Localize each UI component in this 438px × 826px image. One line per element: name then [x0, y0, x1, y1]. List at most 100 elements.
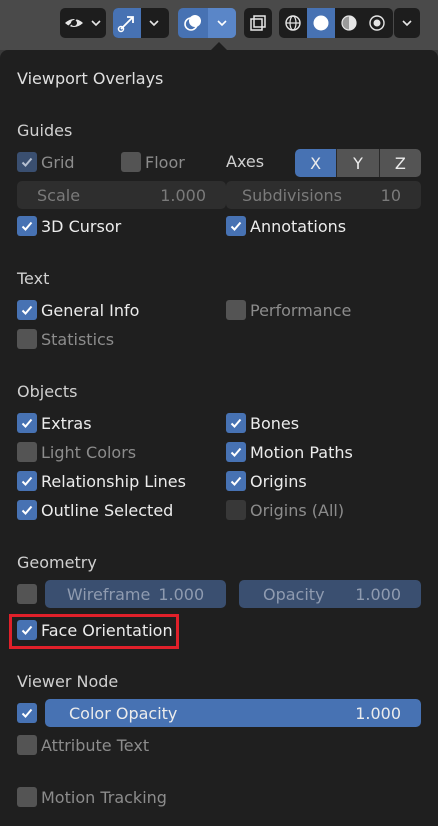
checkbox-checked-icon [17, 500, 37, 520]
axes-label: Axes [226, 152, 265, 171]
popup-title: Viewport Overlays [17, 69, 164, 88]
extras-label: Extras [41, 413, 92, 433]
scale-label: Scale [37, 185, 81, 205]
checkbox-checked-icon [17, 300, 37, 320]
performance-toggle[interactable]: Performance [226, 299, 351, 321]
checkbox-unchecked-icon [226, 300, 246, 320]
opacity-label: Opacity [263, 584, 325, 604]
relationship-lines-label: Relationship Lines [41, 471, 186, 491]
opacity-slider[interactable]: Opacity 1.000 [239, 580, 421, 608]
performance-label: Performance [250, 300, 352, 320]
opacity-value: 1.000 [355, 584, 401, 604]
gizmo-icon [113, 8, 141, 38]
section-heading-geometry: Geometry [17, 553, 97, 572]
attribute-text-label: Attribute Text [41, 735, 150, 755]
checkbox-unchecked-icon [17, 735, 37, 755]
outline-selected-toggle[interactable]: Outline Selected [17, 499, 173, 521]
origins-toggle[interactable]: Origins [226, 470, 307, 492]
extras-toggle[interactable]: Extras [17, 412, 92, 434]
checkbox-checked-icon [17, 216, 37, 236]
3d-cursor-toggle[interactable]: 3D Cursor [17, 215, 121, 237]
color-opacity-toggle[interactable] [17, 702, 41, 724]
section-heading-guides: Guides [17, 121, 73, 140]
color-opacity-value: 1.000 [355, 703, 401, 723]
grid-label: Grid [41, 152, 75, 172]
checkbox-checked-icon [226, 471, 246, 491]
subdivisions-field[interactable]: Subdivisions 10 [226, 181, 421, 209]
motion-tracking-label: Motion Tracking [41, 787, 167, 807]
floor-toggle[interactable]: Floor [121, 151, 185, 173]
annotations-label: Annotations [250, 216, 347, 236]
annotation-highlight-box [9, 614, 179, 649]
checkbox-unchecked-icon [226, 500, 246, 520]
shading-mode-group[interactable] [279, 8, 393, 38]
axis-z-button[interactable]: Z [378, 149, 421, 177]
wireframe-shading-icon[interactable] [279, 8, 307, 38]
checkbox-checked-icon [17, 471, 37, 491]
attribute-text-toggle[interactable]: Attribute Text [17, 734, 149, 756]
checkbox-unchecked-icon [17, 442, 37, 462]
checkbox-checked-icon [226, 216, 246, 236]
subdivisions-value: 10 [380, 185, 401, 205]
chevron-down-icon [88, 8, 104, 38]
bones-toggle[interactable]: Bones [226, 412, 299, 434]
overlays-icon [178, 8, 208, 38]
xray-icon [244, 8, 272, 38]
gizmo-toggle[interactable] [113, 8, 169, 38]
origins-all-toggle[interactable]: Origins (All) [226, 499, 344, 521]
scale-value: 1.000 [160, 185, 206, 205]
section-heading-text: Text [17, 269, 50, 288]
section-heading-viewer-node: Viewer Node [17, 672, 119, 691]
material-shading-icon[interactable] [335, 8, 363, 38]
axis-x-button[interactable]: X [295, 149, 337, 177]
chevron-down-icon [394, 8, 420, 38]
subdivisions-label: Subdivisions [242, 185, 343, 205]
checkbox-checked-icon [226, 413, 246, 433]
motion-paths-toggle[interactable]: Motion Paths [226, 441, 353, 463]
chevron-down-icon [141, 8, 167, 38]
checkbox-unchecked-icon [17, 329, 37, 349]
light-colors-label: Light Colors [41, 442, 137, 462]
axis-y-button[interactable]: Y [336, 149, 379, 177]
chevron-down-icon [208, 8, 236, 38]
checkbox-checked-icon [17, 152, 37, 172]
motion-paths-label: Motion Paths [250, 442, 353, 462]
visibility-dropdown[interactable] [60, 8, 106, 38]
general-info-label: General Info [41, 300, 140, 320]
checkbox-unchecked-icon [121, 152, 141, 172]
checkbox-checked-icon [17, 703, 37, 723]
shading-options-dropdown[interactable] [394, 8, 420, 38]
grid-toggle[interactable]: Grid [17, 151, 75, 173]
light-colors-toggle[interactable]: Light Colors [17, 441, 136, 463]
motion-tracking-toggle[interactable]: Motion Tracking [17, 786, 167, 808]
rendered-shading-icon[interactable] [363, 8, 391, 38]
section-heading-objects: Objects [17, 382, 78, 401]
checkbox-checked-icon [226, 442, 246, 462]
xray-toggle[interactable] [244, 8, 272, 38]
solid-shading-icon[interactable] [307, 8, 335, 38]
eye-icon [60, 8, 88, 38]
wireframe-slider[interactable]: Wireframe 1.000 [45, 580, 226, 608]
statistics-toggle[interactable]: Statistics [17, 328, 114, 350]
statistics-label: Statistics [41, 329, 115, 349]
general-info-toggle[interactable]: General Info [17, 299, 139, 321]
3d-cursor-label: 3D Cursor [41, 216, 122, 236]
overlays-toggle[interactable] [178, 8, 236, 38]
wireframe-label: Wireframe [66, 584, 151, 604]
wireframe-value: 1.000 [158, 584, 205, 604]
origins-all-label: Origins (All) [250, 500, 345, 520]
axes-toggle-group: X Y Z [295, 149, 421, 177]
wireframe-toggle[interactable] [17, 583, 41, 605]
origins-label: Origins [250, 471, 307, 491]
scale-field[interactable]: Scale 1.000 [17, 181, 226, 209]
checkbox-checked-icon [17, 413, 37, 433]
color-opacity-slider[interactable]: Color Opacity 1.000 [45, 699, 421, 727]
outline-selected-label: Outline Selected [41, 500, 174, 520]
floor-label: Floor [145, 152, 185, 172]
relationship-lines-toggle[interactable]: Relationship Lines [17, 470, 186, 492]
bones-label: Bones [250, 413, 300, 433]
checkbox-unchecked-icon [17, 787, 37, 807]
annotations-toggle[interactable]: Annotations [226, 215, 346, 237]
color-opacity-label: Color Opacity [69, 703, 178, 723]
checkbox-unchecked-icon [17, 584, 37, 604]
